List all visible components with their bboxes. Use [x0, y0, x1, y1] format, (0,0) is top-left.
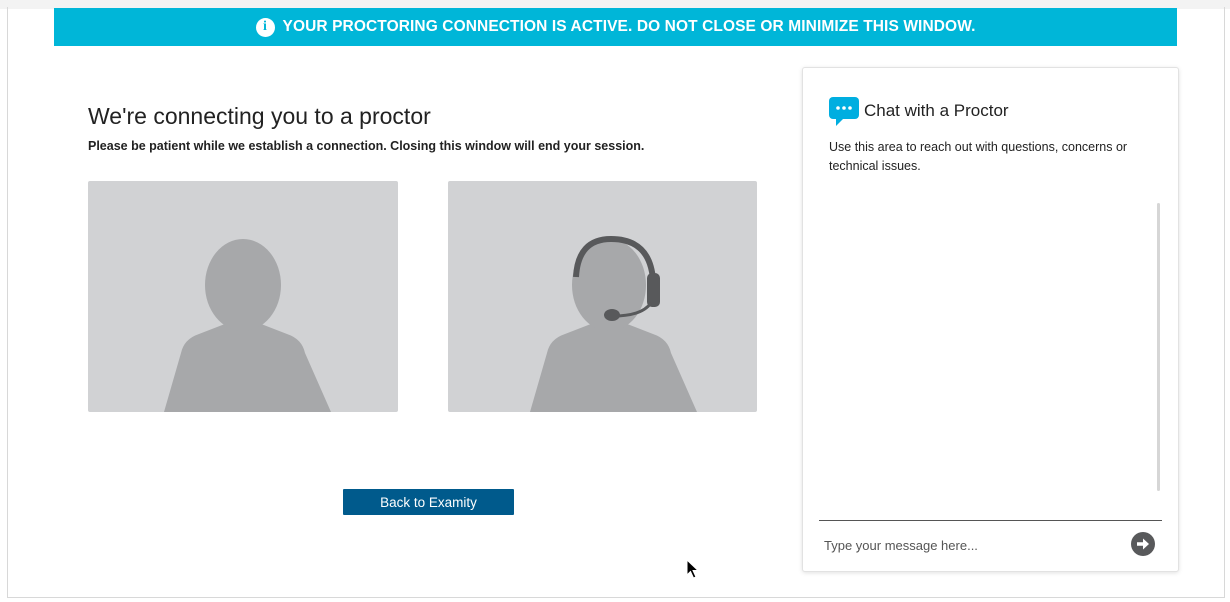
proctor-video-tile: [448, 181, 757, 412]
chat-bubble-icon: [829, 97, 859, 126]
mouse-cursor-icon: [686, 559, 700, 579]
chat-panel: Chat with a Proctor Use this area to rea…: [802, 67, 1179, 572]
chat-scrollbar[interactable]: [1157, 203, 1160, 491]
page-title: We're connecting you to a proctor: [88, 103, 431, 129]
proctoring-status-banner: i YOUR PROCTORING CONNECTION IS ACTIVE. …: [54, 8, 1177, 46]
user-silhouette-icon: [164, 239, 331, 412]
arrow-right-circle-icon: [1131, 532, 1155, 556]
chat-description: Use this area to reach out with question…: [829, 140, 1128, 173]
banner-text: YOUR PROCTORING CONNECTION IS ACTIVE. DO…: [282, 18, 976, 35]
chat-input-divider: [819, 520, 1162, 521]
chat-title: Chat with a Proctor: [864, 101, 1009, 120]
chat-message-input[interactable]: [821, 532, 1127, 558]
page-subtitle: Please be patient while we establish a c…: [88, 139, 645, 153]
user-video-tile: [88, 181, 398, 412]
back-to-examity-button[interactable]: Back to Examity: [343, 489, 514, 515]
proctor-headset-silhouette-icon: [530, 235, 697, 412]
send-message-button[interactable]: [1131, 532, 1155, 556]
info-icon: i: [255, 17, 275, 37]
chat-header: Chat with a Proctor: [829, 96, 1009, 126]
